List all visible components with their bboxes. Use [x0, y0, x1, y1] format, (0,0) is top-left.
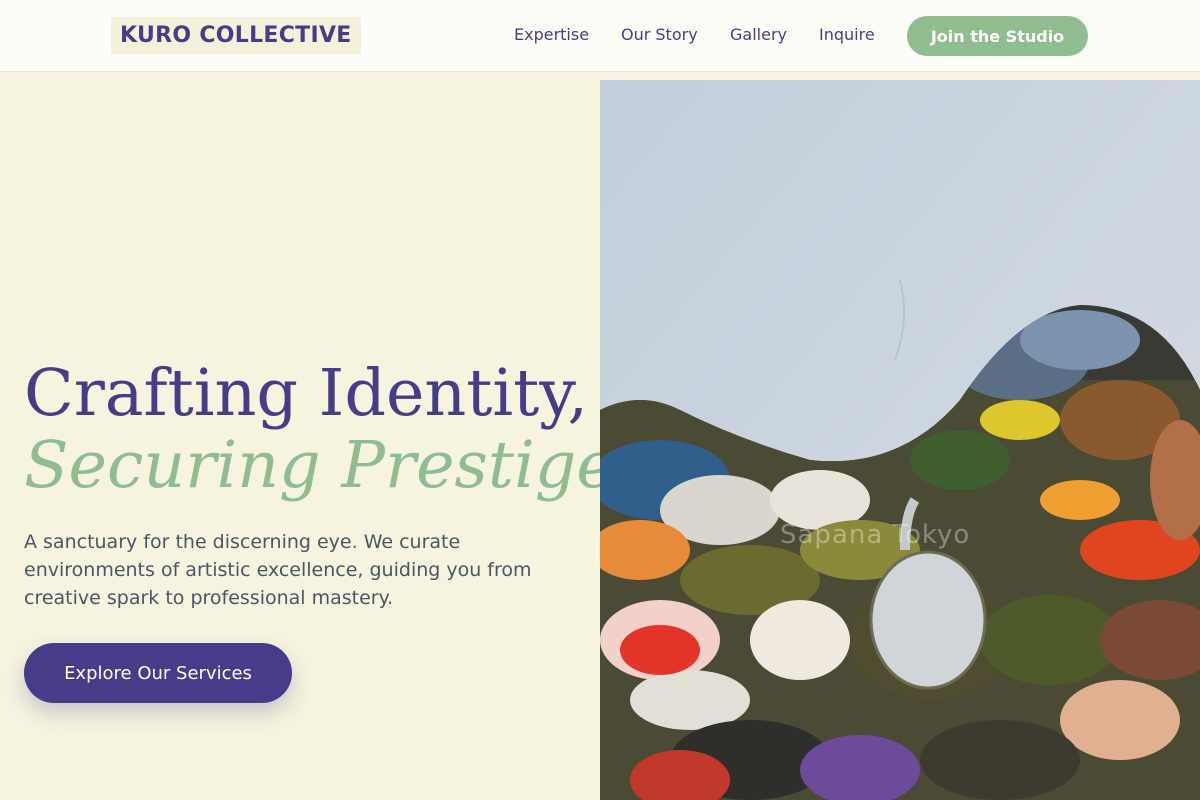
hero-description: A sanctuary for the discerning eye. We c… — [24, 531, 532, 609]
site-header: KURO COLLECTIVE Expertise Our Story Gall… — [0, 0, 1200, 72]
hero-headline-line1: Crafting Identity, — [24, 356, 589, 431]
nav-link-our-story[interactable]: Our Story — [621, 23, 698, 47]
paint-palette-illustration — [600, 80, 1200, 800]
nav-link-inquire[interactable]: Inquire — [819, 23, 875, 47]
hero-headline-line2: Securing Prestige. — [24, 428, 636, 503]
nav-link-expertise[interactable]: Expertise — [514, 23, 589, 47]
image-watermark: Sapana Tokyo — [780, 520, 971, 550]
nav-link-gallery[interactable]: Gallery — [730, 23, 787, 47]
brand-logo[interactable]: KURO COLLECTIVE — [111, 17, 361, 54]
join-studio-button[interactable]: Join the Studio — [907, 16, 1088, 56]
explore-services-button[interactable]: Explore Our Services — [24, 643, 292, 703]
hero-image-paint-palette — [600, 80, 1200, 800]
